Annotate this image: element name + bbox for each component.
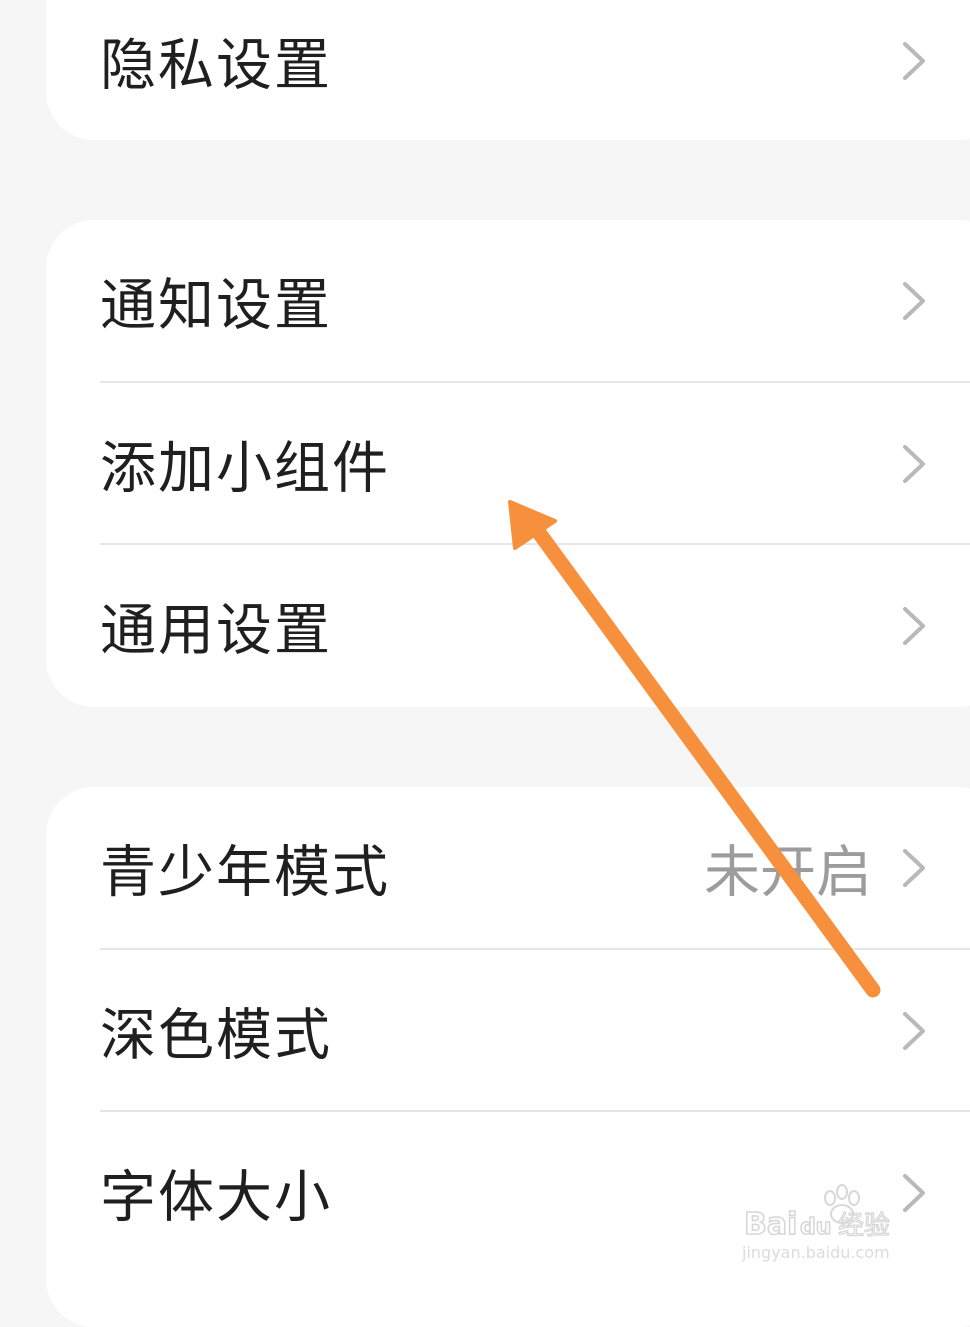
chevron-right-icon	[903, 445, 925, 483]
font-size-row[interactable]: 字体大小	[100, 1112, 970, 1274]
settings-group-1: 隐私设置	[46, 0, 970, 140]
settings-group-2: 通知设置 添加小组件 通用设置	[46, 220, 970, 707]
notification-settings-row[interactable]: 通知设置	[100, 220, 970, 382]
privacy-settings-row[interactable]: 隐私设置	[100, 0, 970, 142]
settings-group-3: 青少年模式 未开启 深色模式 字体大小	[46, 787, 970, 1327]
general-settings-row[interactable]: 通用设置	[100, 545, 970, 707]
add-widget-label: 添加小组件	[100, 436, 390, 502]
teen-mode-status: 未开启	[704, 840, 872, 906]
dark-mode-row[interactable]: 深色模式	[100, 950, 970, 1112]
font-size-label: 字体大小	[100, 1165, 332, 1231]
notification-settings-label: 通知设置	[100, 273, 332, 339]
dark-mode-label: 深色模式	[100, 1003, 332, 1069]
teen-mode-label: 青少年模式	[100, 840, 390, 906]
add-widget-row[interactable]: 添加小组件	[100, 383, 970, 545]
general-settings-label: 通用设置	[100, 598, 332, 664]
chevron-right-icon	[903, 282, 925, 320]
chevron-right-icon	[903, 42, 925, 80]
chevron-right-icon	[903, 607, 925, 645]
privacy-settings-label: 隐私设置	[100, 33, 332, 99]
chevron-right-icon	[903, 1174, 925, 1212]
chevron-right-icon	[903, 1012, 925, 1050]
chevron-right-icon	[903, 849, 925, 887]
teen-mode-row[interactable]: 青少年模式 未开启	[100, 787, 970, 949]
